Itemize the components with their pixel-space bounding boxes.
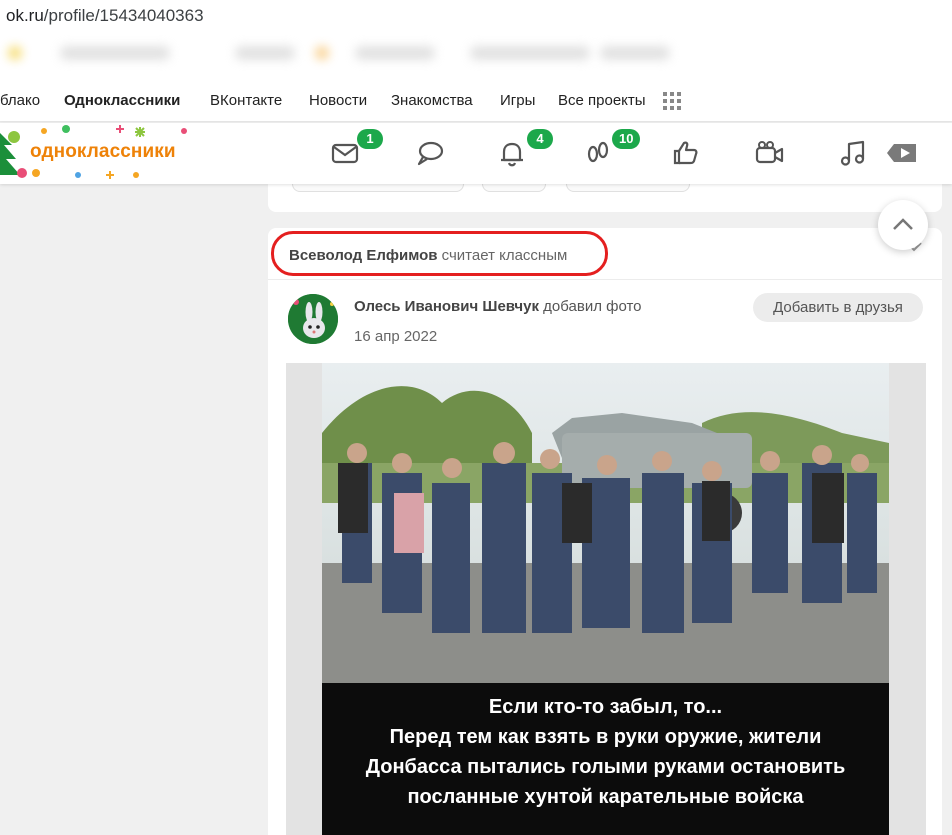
url-path: /profile/15434040363 bbox=[43, 6, 204, 25]
author-avatar[interactable] bbox=[288, 294, 338, 344]
address-bar[interactable]: ok.ru/profile/15434040363 bbox=[0, 0, 952, 32]
logo-text: одноклассники bbox=[30, 141, 176, 162]
ok-toolbar: одноклассники 1 4 10 bbox=[0, 123, 952, 184]
menu-item-games[interactable]: Игры bbox=[500, 92, 535, 109]
url-host: ok.ru bbox=[6, 6, 44, 25]
url-text[interactable]: ok.ru/profile/15434040363 bbox=[6, 6, 204, 26]
guests-icon[interactable] bbox=[580, 135, 616, 171]
previous-post-footer bbox=[268, 176, 942, 212]
crowd-pushing-apc-photo bbox=[322, 363, 889, 683]
chevron-up-icon bbox=[893, 218, 913, 230]
music-icon[interactable] bbox=[835, 135, 871, 171]
add-friend-button[interactable]: Добавить в друзья bbox=[753, 293, 923, 322]
menu-item-cloud[interactable]: блако bbox=[0, 92, 40, 109]
menu-item-vkontakte[interactable]: ВКонтакте bbox=[210, 92, 282, 109]
blurred-bookmarks bbox=[0, 42, 952, 66]
left-column bbox=[0, 184, 249, 835]
messages-badge: 1 bbox=[357, 129, 383, 149]
caption-line: Перед тем как взять в руки оружие, жител… bbox=[389, 726, 822, 748]
notifications-icon[interactable] bbox=[494, 135, 530, 171]
notifications-badge: 4 bbox=[527, 129, 553, 149]
menu-item-news[interactable]: Новости bbox=[309, 92, 367, 109]
likes-icon[interactable] bbox=[667, 135, 703, 171]
guests-badge: 10 bbox=[612, 129, 641, 149]
projects-menu: блако Одноклассники ВКонтакте Новости Зн… bbox=[0, 78, 952, 122]
caption-line: Донбасса пытались голыми руками останови… bbox=[365, 756, 846, 778]
discussions-icon[interactable] bbox=[412, 135, 448, 171]
bunny-avatar-icon bbox=[288, 294, 338, 344]
scroll-to-top-button[interactable] bbox=[878, 200, 928, 250]
video-calls-icon[interactable] bbox=[751, 135, 787, 171]
highlight-annotation-oval bbox=[271, 231, 608, 276]
menu-item-odnoklassniki[interactable]: Одноклассники bbox=[64, 92, 180, 109]
post-action: добавил фото bbox=[543, 298, 642, 315]
video-icon[interactable] bbox=[884, 135, 920, 171]
post-author-name[interactable]: Олесь Иванович Шевчук bbox=[354, 298, 539, 315]
ok-logo[interactable]: одноклассники bbox=[0, 123, 210, 184]
caption-line: Если кто-то забыл, то... bbox=[488, 696, 723, 718]
browser-window: ok.ru/profile/15434040363 блако Одноклас… bbox=[0, 0, 952, 835]
bookmarks-bar bbox=[0, 32, 952, 78]
menu-item-dating[interactable]: Знакомства bbox=[391, 92, 473, 109]
post-author-text: Олесь Иванович Шевчук добавил фото bbox=[354, 298, 642, 315]
apps-grid-icon[interactable] bbox=[663, 92, 681, 110]
menu-item-all-projects[interactable]: Все проекты bbox=[558, 92, 646, 109]
photo-caption-block: Если кто-то забыл, то... Перед тем как в… bbox=[322, 683, 889, 835]
caption-line: посланные хунтой карательные войска bbox=[407, 786, 804, 808]
post-date[interactable]: 16 апр 2022 bbox=[354, 328, 437, 345]
